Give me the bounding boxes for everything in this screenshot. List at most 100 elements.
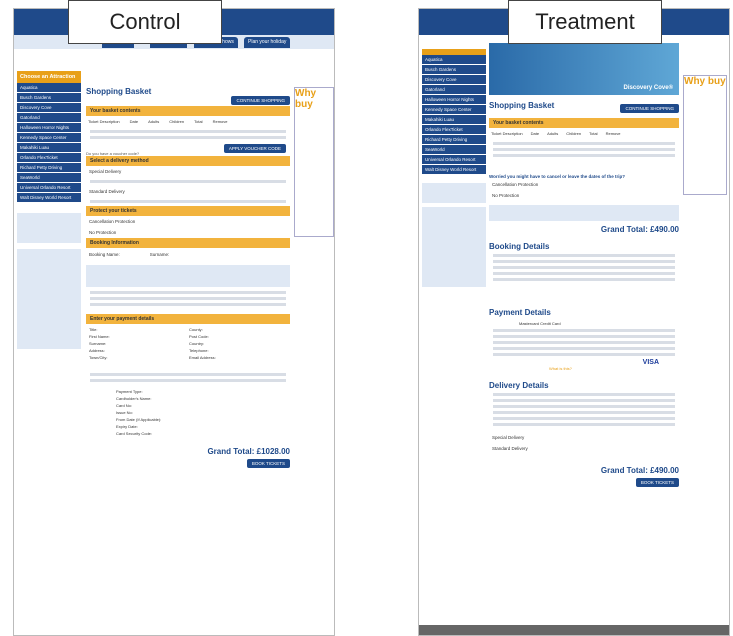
sidebar-item[interactable]: SeaWorld [422,145,486,155]
payment-field-label: Surname: [89,341,107,346]
protection-option[interactable]: Cancellation Protection [86,216,290,227]
promo-box [422,207,486,287]
footer-bar [419,625,729,635]
control-label: Control [68,0,222,44]
payment-field-label: Town/City: [89,355,108,360]
basket-main: Shopping Basket CONTINUE SHOPPING Your b… [86,87,290,468]
section-header: Protect your tickets [86,206,290,216]
treatment-panel: Aquatica Busch Gardens Discovery Cove Ga… [418,8,730,636]
sidebar-item[interactable]: Halloween Horror Nights [422,95,486,105]
promo-box [422,183,486,203]
promo-box [17,213,81,243]
grand-total: Grand Total: £1028.00 [207,447,290,456]
sidebar-item[interactable]: Discovery Cove [17,103,81,113]
payment-field-label: Title: [89,327,98,332]
col-header: Adults [148,119,160,124]
hero-image: Discovery Cove® [489,43,679,95]
card-field-label: Issue No: [116,410,133,415]
attraction-sidebar: Choose an Attraction Aquatica Busch Gard… [17,71,81,349]
why-buy-panel: Why buy [294,87,334,237]
tab-plan[interactable]: Plan your holiday [244,37,291,48]
hero-caption: Discovery Cove® [623,85,673,91]
book-tickets-button[interactable]: BOOK TICKETS [246,459,290,468]
col-header: Remove [605,131,621,136]
apply-voucher-button[interactable]: APPLY VOUCHER CODE [223,144,286,153]
visa-icon: VISA [642,359,659,366]
delivery-option[interactable]: Standard Delivery [86,186,290,197]
section-header: Booking Information [86,238,290,248]
section-header: Your basket contents [489,118,679,128]
marketing-optin[interactable] [489,205,679,221]
sidebar-item[interactable]: Orlando FlexTicket [17,153,81,163]
page-title: Shopping Basket [86,87,152,96]
attraction-sidebar: Aquatica Busch Gardens Discovery Cove Ga… [422,49,486,287]
col-header: Total [589,131,598,136]
surname-label: Surname: [149,252,170,257]
payment-field-label: County: [189,327,203,332]
card-field-label: Card Security Code: [116,431,153,436]
booking-details-heading: Booking Details [489,242,550,251]
sidebar-heading: Choose an Attraction [17,71,81,83]
whats-this-link[interactable]: What is this? [489,366,679,371]
voucher-prompt: Do you have a voucher code? [86,151,140,156]
sidebar-item[interactable]: Busch Gardens [17,93,81,103]
sidebar-item[interactable]: Walt Disney World Resort [422,165,486,175]
sidebar-item[interactable]: Aquatica [17,83,81,93]
sidebar-item[interactable]: Walt Disney World Resort [17,193,81,203]
protection-option[interactable]: Cancellation Protection [489,179,679,190]
sidebar-item[interactable]: Orlando FlexTicket [422,125,486,135]
sidebar-item[interactable]: Richard Petty Driving [422,135,486,145]
sidebar-item[interactable]: Busch Gardens [422,65,486,75]
col-header: Ticket Description [491,131,523,136]
continue-shopping-button[interactable]: CONTINUE SHOPPING [620,104,679,113]
card-field-label: Expiry Date: [116,424,138,429]
col-header: Ticket Description [88,119,120,124]
card-field-label: Cardholder's Name: [116,396,152,401]
col-header: Remove [212,119,228,124]
delivery-option[interactable]: Special Delivery [489,432,679,443]
basket-main: Shopping Basket CONTINUE SHOPPING Your b… [489,101,679,487]
protection-option[interactable]: No Protection [86,227,290,238]
col-header: Total [194,119,203,124]
why-buy-heading: Why buy [295,88,317,110]
why-buy-panel: Why buy [683,75,727,195]
sidebar-item[interactable]: Kennedy Space Center [422,105,486,115]
sidebar-item[interactable]: Gatorland [422,85,486,95]
sidebar-item[interactable]: Aquatica [422,55,486,65]
payment-field-label: Telephone: [189,348,209,353]
continue-shopping-button[interactable]: CONTINUE SHOPPING [231,96,290,105]
sidebar-item[interactable]: SeaWorld [17,173,81,183]
delivery-option[interactable]: Standard Delivery [489,443,679,454]
sidebar-item[interactable]: Makahiki Luau [422,115,486,125]
delivery-option[interactable]: Special Delivery [86,166,290,177]
sidebar-item[interactable]: Halloween Horror Nights [17,123,81,133]
promo-box [17,249,81,349]
book-tickets-button[interactable]: BOOK TICKETS [635,478,679,487]
protection-option[interactable]: No Protection [489,190,679,201]
payment-field-label: Email Address: [189,355,216,360]
marketing-optin[interactable] [86,265,290,287]
grand-total: Grand Total: £490.00 [600,466,679,475]
treatment-label: Treatment [508,0,662,44]
card-field-label: Payment Type: [116,389,143,394]
grand-total: Grand Total: £490.00 [600,225,679,234]
payment-type-value[interactable]: Mastercard Credit Card [489,321,679,326]
col-header: Adults [547,131,559,136]
sidebar-item[interactable]: Universal Orlando Resort [17,183,81,193]
sidebar-item[interactable]: Discovery Cove [422,75,486,85]
sidebar-item[interactable]: Gatorland [17,113,81,123]
section-header: Enter your payment details [86,314,290,324]
sidebar-item[interactable]: Universal Orlando Resort [422,155,486,165]
sidebar-item[interactable]: Richard Petty Driving [17,163,81,173]
col-header: Children [169,119,185,124]
payment-field-label: Country: [189,341,205,346]
section-header: Your basket contents [86,106,290,116]
control-panel: Attractions Trips & Tours Dinner & Shows… [13,8,335,636]
card-field-label: Card No: [116,403,133,408]
sidebar-item[interactable]: Makahiki Luau [17,143,81,153]
sidebar-item[interactable]: Kennedy Space Center [17,133,81,143]
booking-name-label: Booking Name: [89,252,120,257]
why-buy-heading: Why buy [684,76,726,87]
col-header: Date [129,119,139,124]
payment-field-label: Address: [89,348,105,353]
